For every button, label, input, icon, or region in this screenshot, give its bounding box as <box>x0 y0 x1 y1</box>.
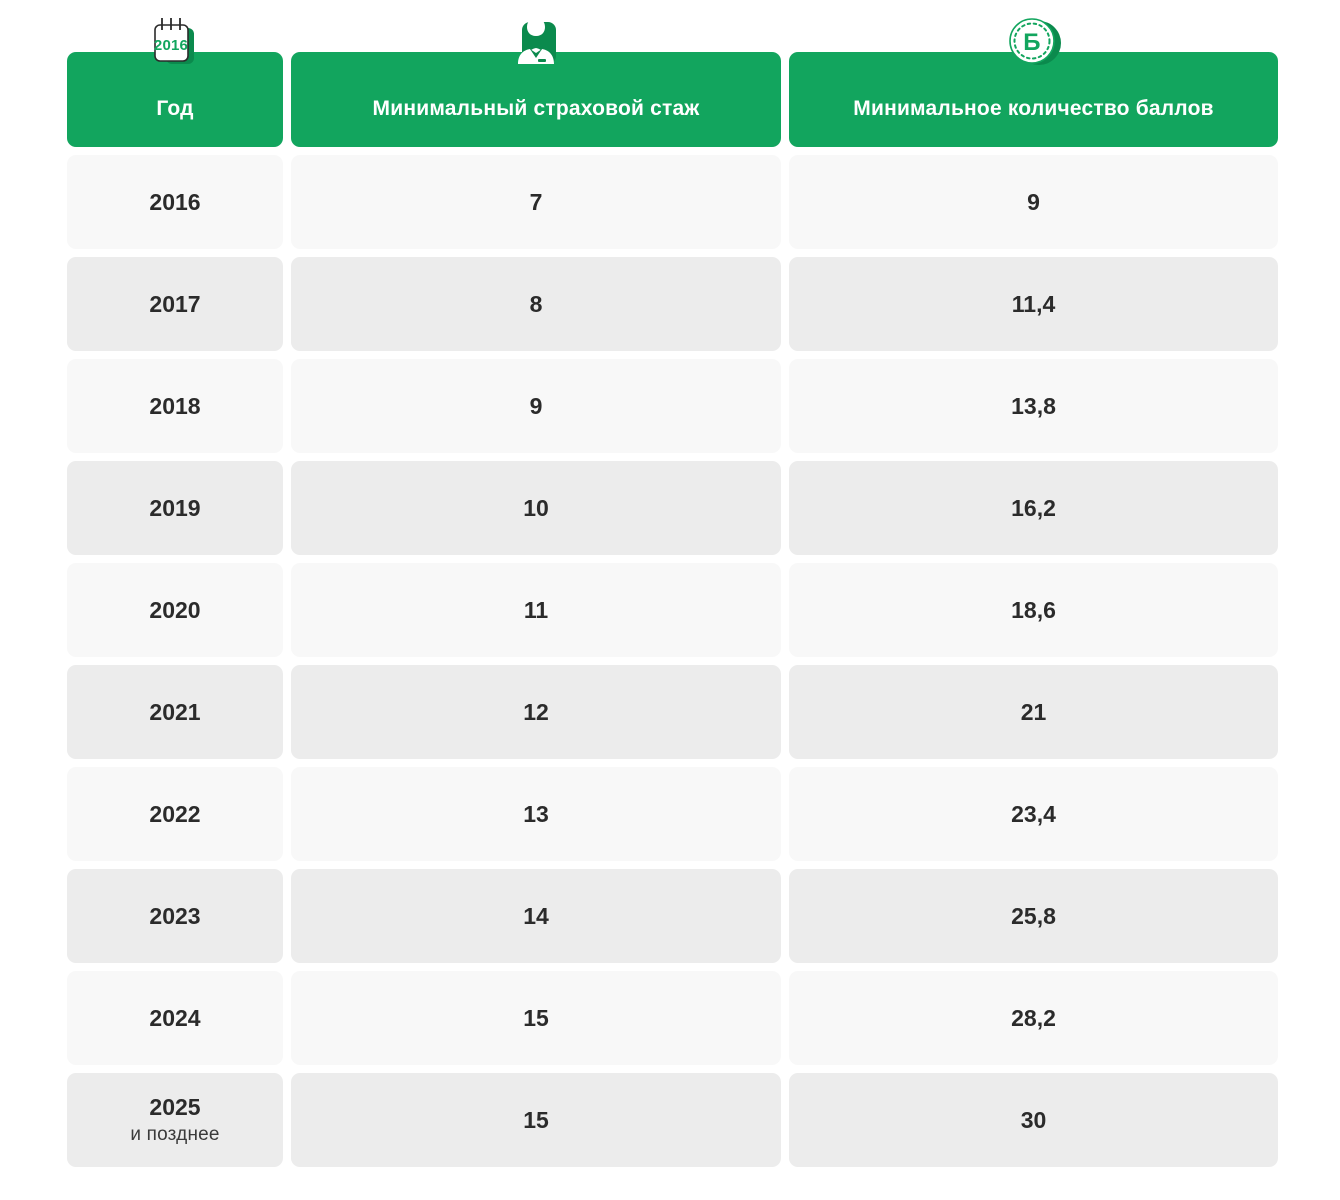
calendar-icon: 2016 <box>144 14 206 72</box>
cell-points: 28,2 <box>789 971 1278 1065</box>
cell-year: 2019 <box>67 461 283 555</box>
cell-insurance-stage-value: 12 <box>523 698 549 725</box>
cell-points-value: 9 <box>1027 188 1040 215</box>
table-row: 2019 10 16,2 <box>67 461 1278 555</box>
table-row: 2017 8 11,4 <box>67 257 1278 351</box>
cell-year: 2016 <box>67 155 283 249</box>
cell-points: 18,6 <box>789 563 1278 657</box>
column-header-points-label: Минимальное количество баллов <box>853 96 1214 120</box>
cell-year: 2024 <box>67 971 283 1065</box>
table-row: 2023 14 25,8 <box>67 869 1278 963</box>
table-row: 2018 9 13,8 <box>67 359 1278 453</box>
cell-points-value: 11,4 <box>1011 290 1056 317</box>
cell-year-value: 2020 <box>149 596 201 623</box>
column-header-year-label: Год <box>156 96 194 120</box>
cell-insurance-stage-value: 7 <box>529 188 543 215</box>
table-row: 2022 13 23,4 <box>67 767 1278 861</box>
pension-requirements-table: 2016 Год Минимальный страховой стаж Б Ми… <box>0 0 1340 1200</box>
cell-insurance-stage: 13 <box>291 767 781 861</box>
calendar-icon-year-label: 2016 <box>154 37 188 54</box>
cell-points-value: 18,6 <box>1011 596 1056 623</box>
cell-year-value: 2025 <box>149 1094 201 1120</box>
cell-year-note: и позднее <box>130 1124 220 1145</box>
cell-year: 2018 <box>67 359 283 453</box>
table-header-row: 2016 Год Минимальный страховой стаж Б Ми… <box>67 18 1278 147</box>
cell-year-value: 2024 <box>149 1004 201 1031</box>
cell-insurance-stage: 15 <box>291 1073 781 1167</box>
cell-insurance-stage: 8 <box>291 257 781 351</box>
cell-insurance-stage: 10 <box>291 461 781 555</box>
cell-insurance-stage: 11 <box>291 563 781 657</box>
cell-insurance-stage-value: 11 <box>523 596 549 623</box>
cell-year-value: 2022 <box>149 800 201 827</box>
cell-insurance-stage-value: 15 <box>523 1106 549 1133</box>
cell-year-value: 2017 <box>149 290 201 317</box>
cell-points: 16,2 <box>789 461 1278 555</box>
column-header-insurance-stage-label: Минимальный страховой стаж <box>372 96 700 120</box>
cell-year-value: 2023 <box>149 902 201 929</box>
cell-points-value: 21 <box>1020 698 1047 725</box>
cell-year: 2022 <box>67 767 283 861</box>
cell-points: 23,4 <box>789 767 1278 861</box>
cell-points-value: 13,8 <box>1011 392 1056 419</box>
table-row: 2020 11 18,6 <box>67 563 1278 657</box>
cell-insurance-stage: 9 <box>291 359 781 453</box>
cell-insurance-stage: 12 <box>291 665 781 759</box>
coin-point-icon: Б <box>1003 14 1065 72</box>
cell-year-value: 2021 <box>149 698 201 725</box>
table-row: 2025 и позднее 15 30 <box>67 1073 1278 1167</box>
cell-insurance-stage: 7 <box>291 155 781 249</box>
column-header-insurance-stage: Минимальный страховой стаж <box>291 18 781 147</box>
cell-year: 2023 <box>67 869 283 963</box>
cell-points: 11,4 <box>789 257 1278 351</box>
cell-year-value: 2016 <box>149 188 201 215</box>
cell-insurance-stage-value: 14 <box>523 902 549 929</box>
cell-insurance-stage-value: 15 <box>523 1004 549 1031</box>
cell-insurance-stage-value: 13 <box>523 800 549 827</box>
cell-points: 30 <box>789 1073 1278 1167</box>
person-icon <box>505 14 567 72</box>
table-body: 2016 7 9 2017 8 11,4 2018 9 13,8 2019 10… <box>67 155 1278 1167</box>
cell-points: 9 <box>789 155 1278 249</box>
cell-year: 2021 <box>67 665 283 759</box>
cell-points-value: 16,2 <box>1011 494 1056 521</box>
cell-points-value: 23,4 <box>1011 800 1056 827</box>
cell-points-value: 28,2 <box>1011 1004 1056 1031</box>
table-row: 2024 15 28,2 <box>67 971 1278 1065</box>
cell-year: 2025 и позднее <box>67 1073 283 1167</box>
coin-point-icon-label: Б <box>1023 29 1040 56</box>
column-header-year: 2016 Год <box>67 18 283 147</box>
cell-year-value: 2019 <box>149 494 201 521</box>
cell-year: 2020 <box>67 563 283 657</box>
cell-points: 21 <box>789 665 1278 759</box>
cell-year-value: 2018 <box>149 392 201 419</box>
cell-points: 25,8 <box>789 869 1278 963</box>
cell-year: 2017 <box>67 257 283 351</box>
table-row: 2016 7 9 <box>67 155 1278 249</box>
column-header-points: Б Минимальное количество баллов <box>789 18 1278 147</box>
cell-insurance-stage-value: 10 <box>523 494 549 521</box>
cell-insurance-stage: 14 <box>291 869 781 963</box>
cell-points: 13,8 <box>789 359 1278 453</box>
table-row: 2021 12 21 <box>67 665 1278 759</box>
cell-insurance-stage: 15 <box>291 971 781 1065</box>
cell-insurance-stage-value: 9 <box>529 392 543 419</box>
cell-points-value: 30 <box>1020 1106 1047 1133</box>
cell-insurance-stage-value: 8 <box>529 290 543 317</box>
cell-points-value: 25,8 <box>1011 902 1056 929</box>
